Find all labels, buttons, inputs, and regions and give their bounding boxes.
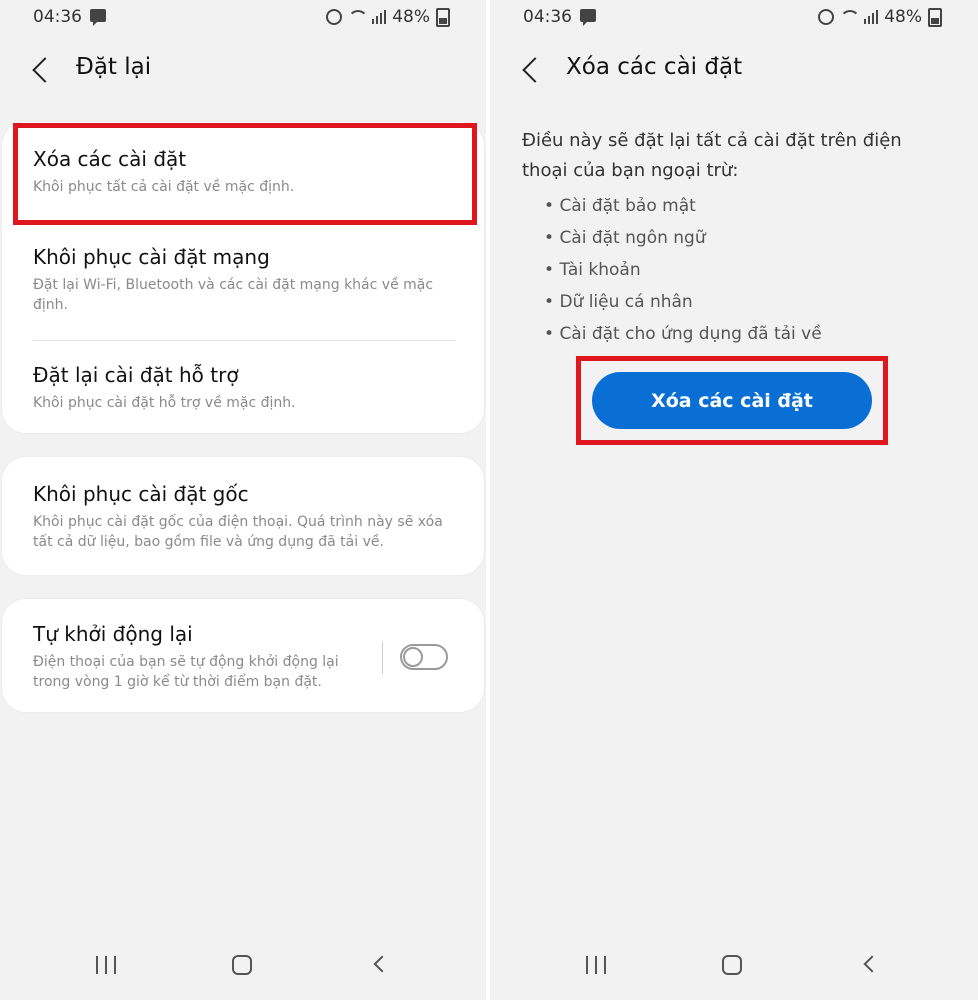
- reset-screen: 04:36 48% Đặt lại Xóa các cài đặt Khôi p…: [0, 0, 486, 1000]
- list-item: Cài đặt cho ứng dụng đã tải về: [544, 318, 821, 350]
- home-icon[interactable]: [232, 955, 252, 975]
- alarm-icon: [326, 9, 343, 25]
- alarm-icon: [818, 9, 835, 25]
- option-auto-restart[interactable]: Tự khởi động lại Điện thoại của bạn sẽ t…: [33, 621, 364, 692]
- battery-icon: [928, 7, 942, 27]
- battery-percent: 48%: [884, 7, 922, 27]
- page-title: Đặt lại: [76, 54, 152, 80]
- option-reset-network[interactable]: Khôi phục cài đặt mạng Đặt lại Wi-Fi, Bl…: [33, 244, 460, 315]
- vertical-divider: [382, 642, 383, 674]
- status-time: 04:36: [523, 7, 572, 27]
- option-description: Điện thoại của bạn sẽ tự động khởi động …: [33, 654, 339, 690]
- wifi-icon: [348, 10, 369, 24]
- signal-icon: [864, 10, 879, 24]
- divider: [33, 340, 456, 341]
- app-bar: Xóa các cài đặt: [490, 52, 978, 92]
- status-bar: 04:36 48%: [0, 0, 486, 34]
- toggle-knob: [403, 647, 423, 667]
- nav-back-icon[interactable]: [373, 955, 391, 973]
- option-title: Đặt lại cài đặt hỗ trợ: [33, 363, 239, 387]
- recent-apps-icon[interactable]: [96, 956, 116, 974]
- back-arrow-icon[interactable]: [32, 57, 58, 83]
- back-arrow-icon[interactable]: [522, 57, 548, 83]
- option-title: Tự khởi động lại: [33, 622, 193, 646]
- status-time: 04:36: [33, 7, 82, 27]
- message-icon: [90, 9, 106, 26]
- option-description: Khôi phục cài đặt hỗ trợ về mặc định.: [33, 395, 296, 411]
- auto-restart-toggle[interactable]: [400, 644, 448, 670]
- status-bar: 04:36 48%: [490, 0, 978, 34]
- reset-description: Điều này sẽ đặt lại tất cả cài đặt trên …: [522, 130, 902, 181]
- reset-settings-screen: 04:36 48% Xóa các cài đặt Điều này sẽ đặ…: [490, 0, 978, 1000]
- option-description: Đặt lại Wi-Fi, Bluetooth và các cài đặt …: [33, 277, 434, 313]
- battery-icon: [436, 7, 450, 27]
- option-description: Khôi phục cài đặt gốc của điện thoại. Qu…: [33, 514, 443, 550]
- factory-reset-card: Khôi phục cài đặt gốc Khôi phục cài đặt …: [2, 457, 484, 575]
- list-item: Dữ liệu cá nhân: [544, 286, 822, 318]
- auto-restart-card: Tự khởi động lại Điện thoại của bạn sẽ t…: [2, 599, 484, 712]
- signal-icon: [372, 10, 387, 24]
- battery-percent: 48%: [392, 7, 430, 27]
- option-reset-accessibility[interactable]: Đặt lại cài đặt hỗ trợ Khôi phục cài đặt…: [33, 362, 460, 413]
- list-item: Cài đặt bảo mật: [544, 190, 822, 222]
- list-item: Tài khoản: [544, 254, 822, 286]
- option-title: Khôi phục cài đặt gốc: [33, 482, 249, 506]
- navigation-bar: [490, 948, 978, 984]
- option-title: Khôi phục cài đặt mạng: [33, 245, 270, 269]
- message-icon: [580, 9, 596, 26]
- highlight-box: [13, 123, 477, 225]
- home-icon[interactable]: [722, 955, 742, 975]
- nav-back-icon[interactable]: [863, 955, 881, 973]
- recent-apps-icon[interactable]: [586, 956, 606, 974]
- list-item: Cài đặt ngôn ngữ: [544, 222, 822, 254]
- app-bar: Đặt lại: [0, 52, 486, 92]
- wifi-icon: [840, 10, 861, 24]
- page-title: Xóa các cài đặt: [566, 54, 743, 80]
- highlight-box: [576, 356, 888, 445]
- navigation-bar: [0, 948, 486, 984]
- exceptions-list: Cài đặt bảo mật Cài đặt ngôn ngữ Tài kho…: [544, 190, 822, 350]
- option-factory-reset[interactable]: Khôi phục cài đặt gốc Khôi phục cài đặt …: [33, 481, 460, 552]
